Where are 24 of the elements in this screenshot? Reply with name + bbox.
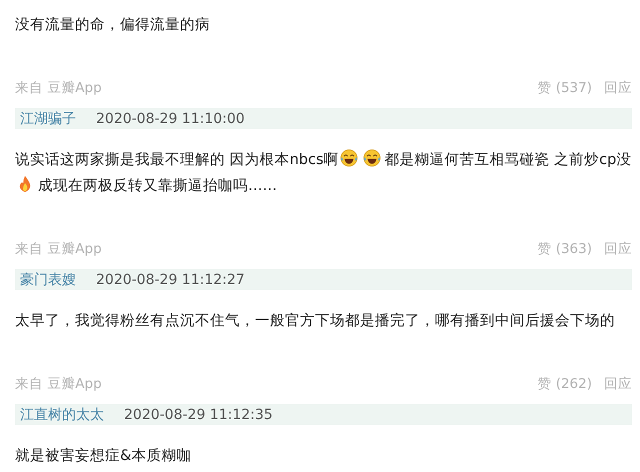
comment-time: 2020-08-29 11:12:35	[124, 406, 273, 422]
laughing-face-icon	[362, 149, 381, 167]
reply-link[interactable]: 回应	[604, 79, 632, 97]
comment-text: 说实话这两家撕是我最不理解的 因为根本nbcs啊	[15, 152, 339, 168]
comment-text: 都是糊逼何苦互相骂碰瓷 之前炒cp	[384, 152, 616, 168]
comment-time: 2020-08-29 11:10:00	[96, 110, 245, 126]
author-link[interactable]: 豪门表嫂	[20, 270, 76, 288]
source-label: 来自 豆瓣App	[15, 240, 102, 258]
comment-text: 就是被害妄想症&本质糊咖	[15, 448, 192, 464]
like-link[interactable]: 赞 (262)	[537, 375, 592, 393]
like-link[interactable]: 赞 (363)	[537, 240, 592, 258]
comment-text: 没	[616, 152, 632, 168]
comment-time: 2020-08-29 11:12:27	[96, 272, 245, 288]
source-label: 来自 豆瓣App	[15, 375, 102, 393]
comment-text: 成现在两极反转又靠撕逼抬咖吗……	[38, 178, 277, 194]
source-label: 来自 豆瓣App	[15, 79, 102, 97]
reply-link[interactable]: 回应	[604, 240, 632, 258]
author-link[interactable]: 江直树的太太	[20, 406, 104, 424]
comment-text: 没有流量的命，偏得流量的病	[15, 17, 210, 33]
comment-text: 太早了，我觉得粉丝有点沉不住气，一般官方下场都是播完了，哪有播到中间后援会下场的	[15, 313, 615, 329]
author-link[interactable]: 江湖骗子	[20, 110, 76, 128]
laughing-face-icon	[340, 149, 358, 167]
like-link[interactable]: 赞 (537)	[537, 79, 592, 97]
reply-link[interactable]: 回应	[604, 375, 632, 393]
